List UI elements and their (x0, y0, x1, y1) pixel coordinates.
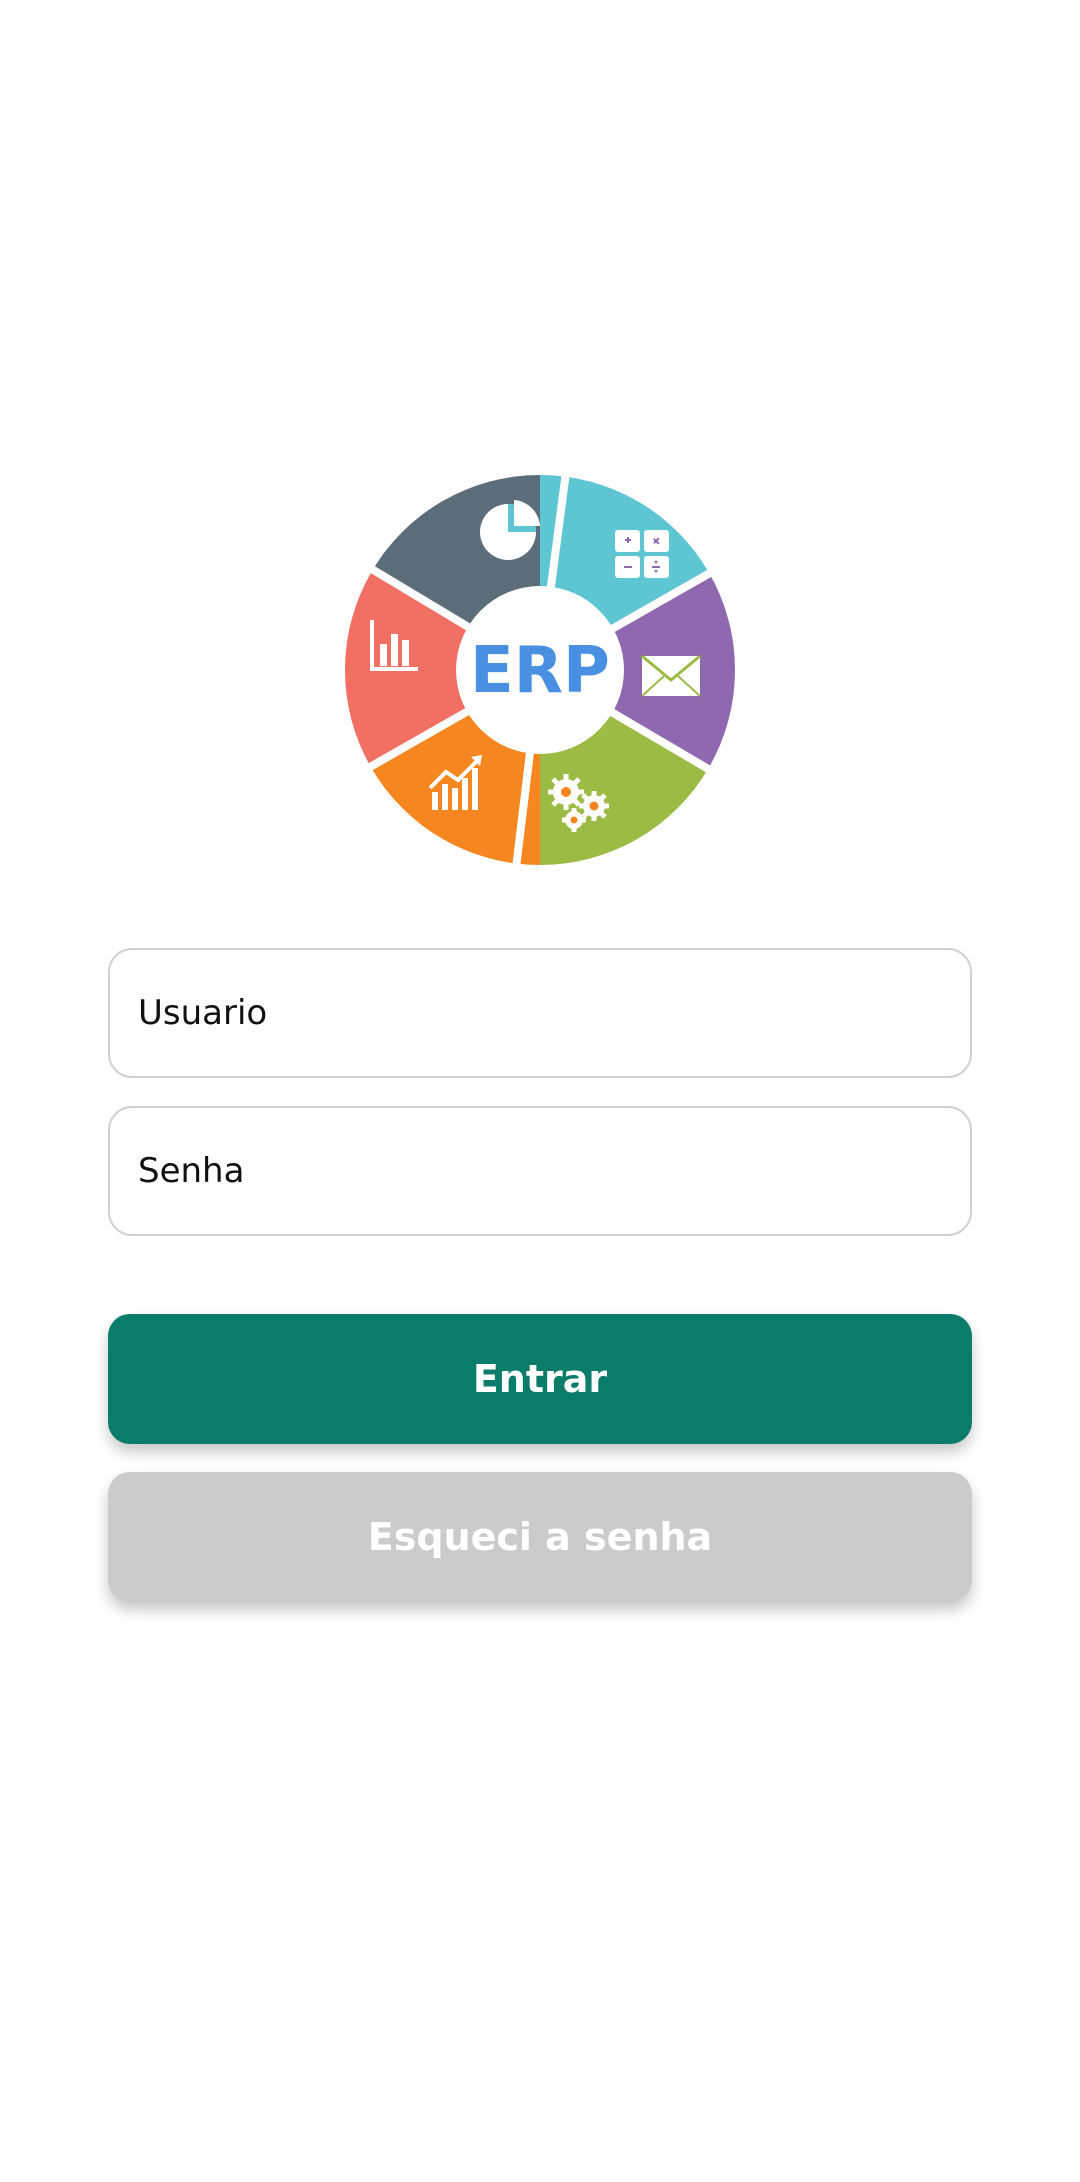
forgot-password-button[interactable]: Esqueci a senha (108, 1472, 972, 1602)
password-field[interactable] (108, 1106, 972, 1236)
password-input[interactable] (136, 1150, 944, 1192)
login-button[interactable]: Entrar (108, 1314, 972, 1444)
envelope-icon (641, 654, 701, 697)
logo-text: ERP (470, 634, 610, 708)
username-input[interactable] (136, 992, 944, 1034)
erp-logo: ERP (340, 470, 740, 870)
username-field[interactable] (108, 948, 972, 1078)
